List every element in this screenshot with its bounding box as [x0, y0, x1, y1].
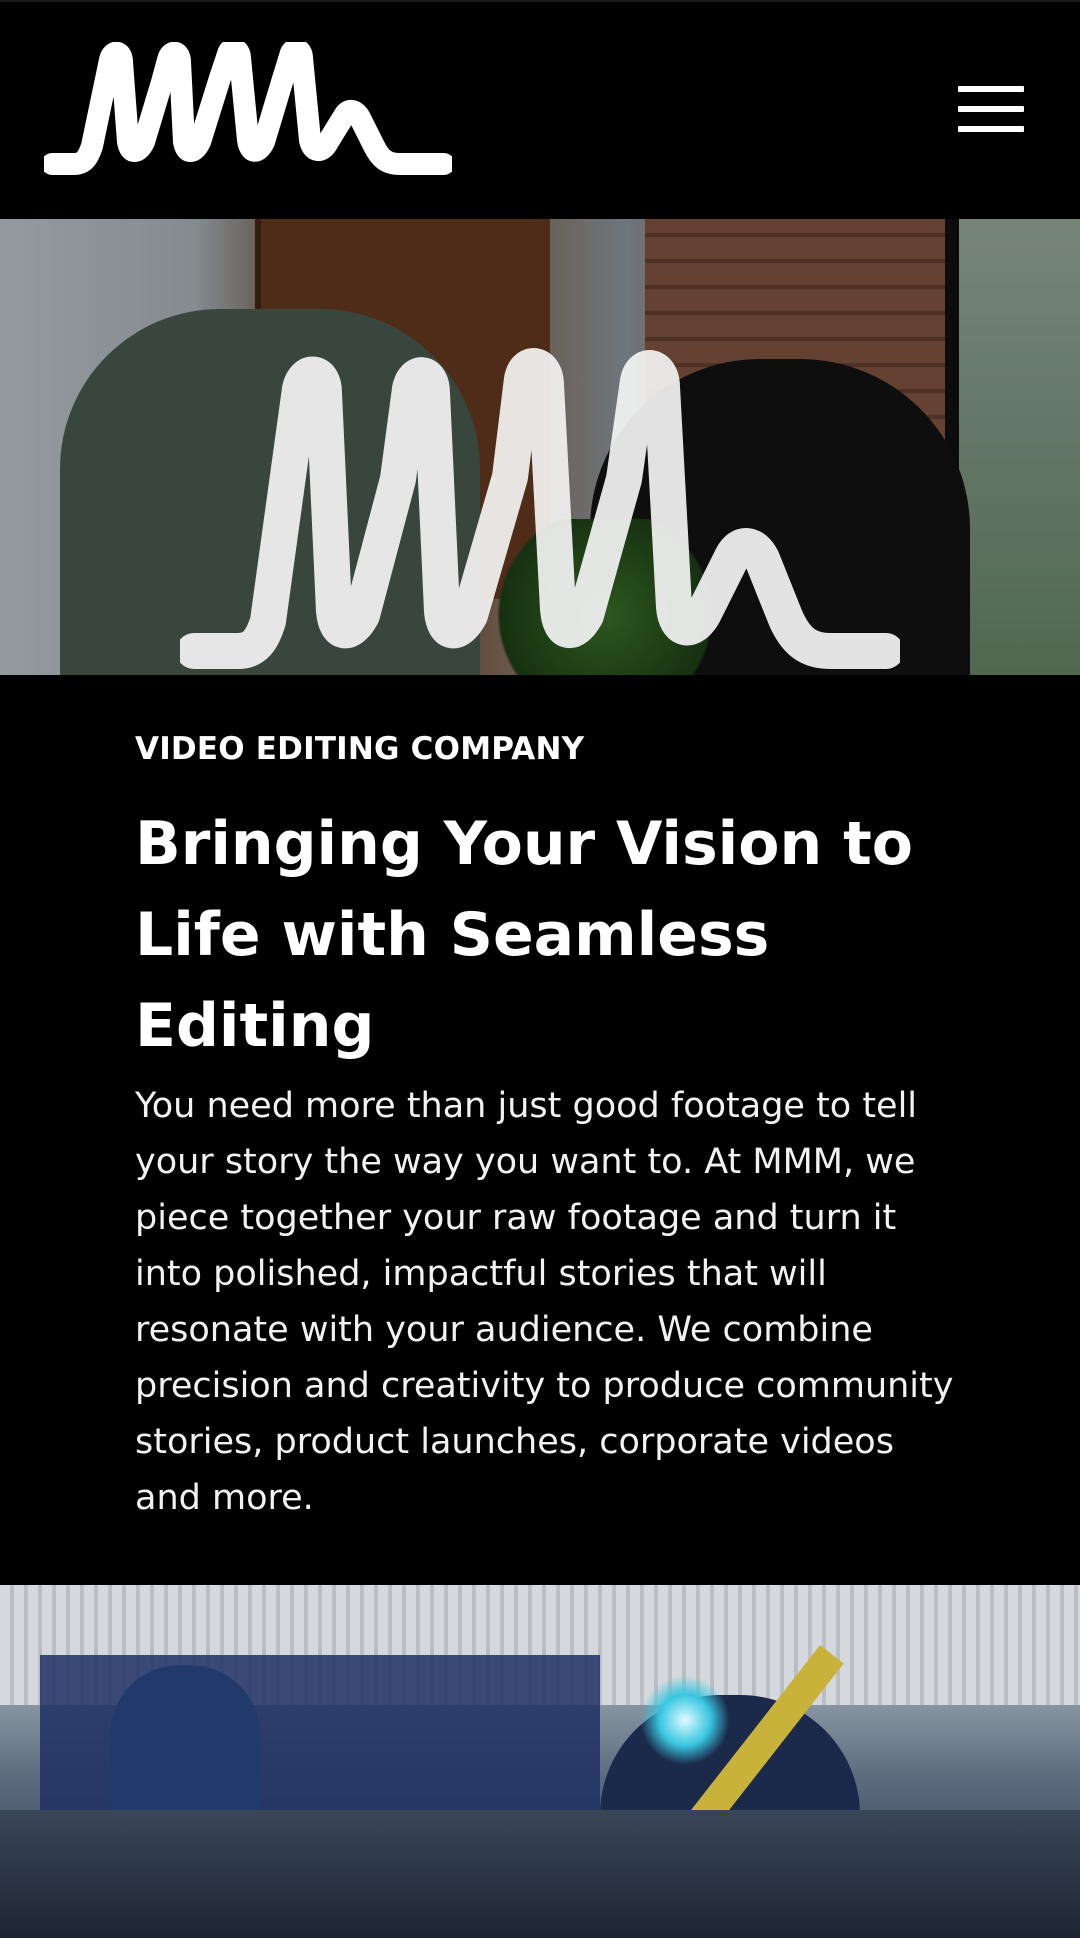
hamburger-icon-bottom	[958, 126, 1024, 132]
hamburger-icon	[958, 86, 1024, 92]
site-header	[0, 0, 1080, 219]
intro-paragraph: You need more than just good footage to …	[135, 1086, 954, 1518]
hero-image	[0, 219, 1080, 675]
welding-photo-spark	[640, 1675, 730, 1765]
page: VIDEO EDITING COMPANY Bringing Your Visi…	[0, 0, 1080, 1938]
page-headline: Bringing Your Vision to Life with Seamle…	[135, 809, 913, 1061]
hamburger-icon-middle	[958, 106, 1024, 112]
hero-logo	[180, 348, 900, 669]
welding-image	[0, 1585, 1080, 1938]
menu-button[interactable]	[958, 86, 1030, 132]
intro-section: VIDEO EDITING COMPANY Bringing Your Visi…	[0, 675, 1080, 1585]
brand-logo[interactable]	[44, 42, 452, 178]
section-eyebrow: VIDEO EDITING COMPANY	[135, 731, 585, 767]
welding-photo-beams	[0, 1810, 1080, 1938]
